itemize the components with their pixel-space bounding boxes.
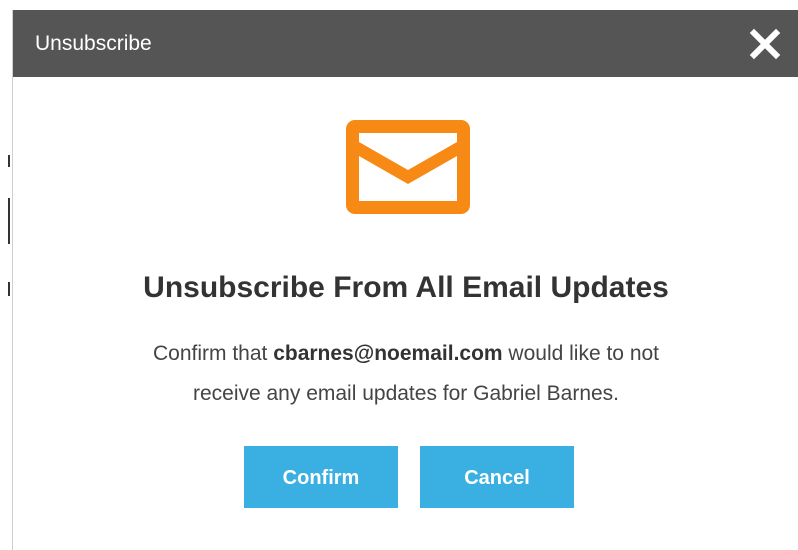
unsubscribe-dialog: Unsubscribe Unsubscribe From All Email U… [12, 10, 798, 550]
message-line-2: receive any email updates for Gabriel Ba… [192, 382, 620, 405]
backdrop-edge-mark [8, 282, 10, 296]
confirmation-message: Confirm that cbarnes@noemail.com would l… [13, 334, 798, 414]
backdrop-edge-mark [8, 198, 10, 244]
message-line-1: Confirm that cbarnes@noemail.com would l… [13, 334, 798, 374]
close-button[interactable] [749, 28, 781, 60]
confirm-button[interactable]: Confirm [244, 446, 398, 508]
screen: Unsubscribe Unsubscribe From All Email U… [0, 0, 798, 550]
backdrop-edge-mark [8, 155, 10, 167]
dialog-titlebar: Unsubscribe [13, 10, 798, 77]
backdrop [0, 0, 12, 550]
envelope-icon [346, 120, 470, 214]
dialog-title: Unsubscribe [35, 32, 152, 55]
dialog-heading: Unsubscribe From All Email Updates [143, 271, 669, 304]
message-prefix: Confirm that [152, 342, 268, 365]
cancel-button[interactable]: Cancel [420, 446, 574, 508]
close-icon [749, 28, 781, 60]
subscriber-email: cbarnes@noemail.com [273, 342, 503, 365]
message-suffix: would like to not [508, 342, 660, 365]
